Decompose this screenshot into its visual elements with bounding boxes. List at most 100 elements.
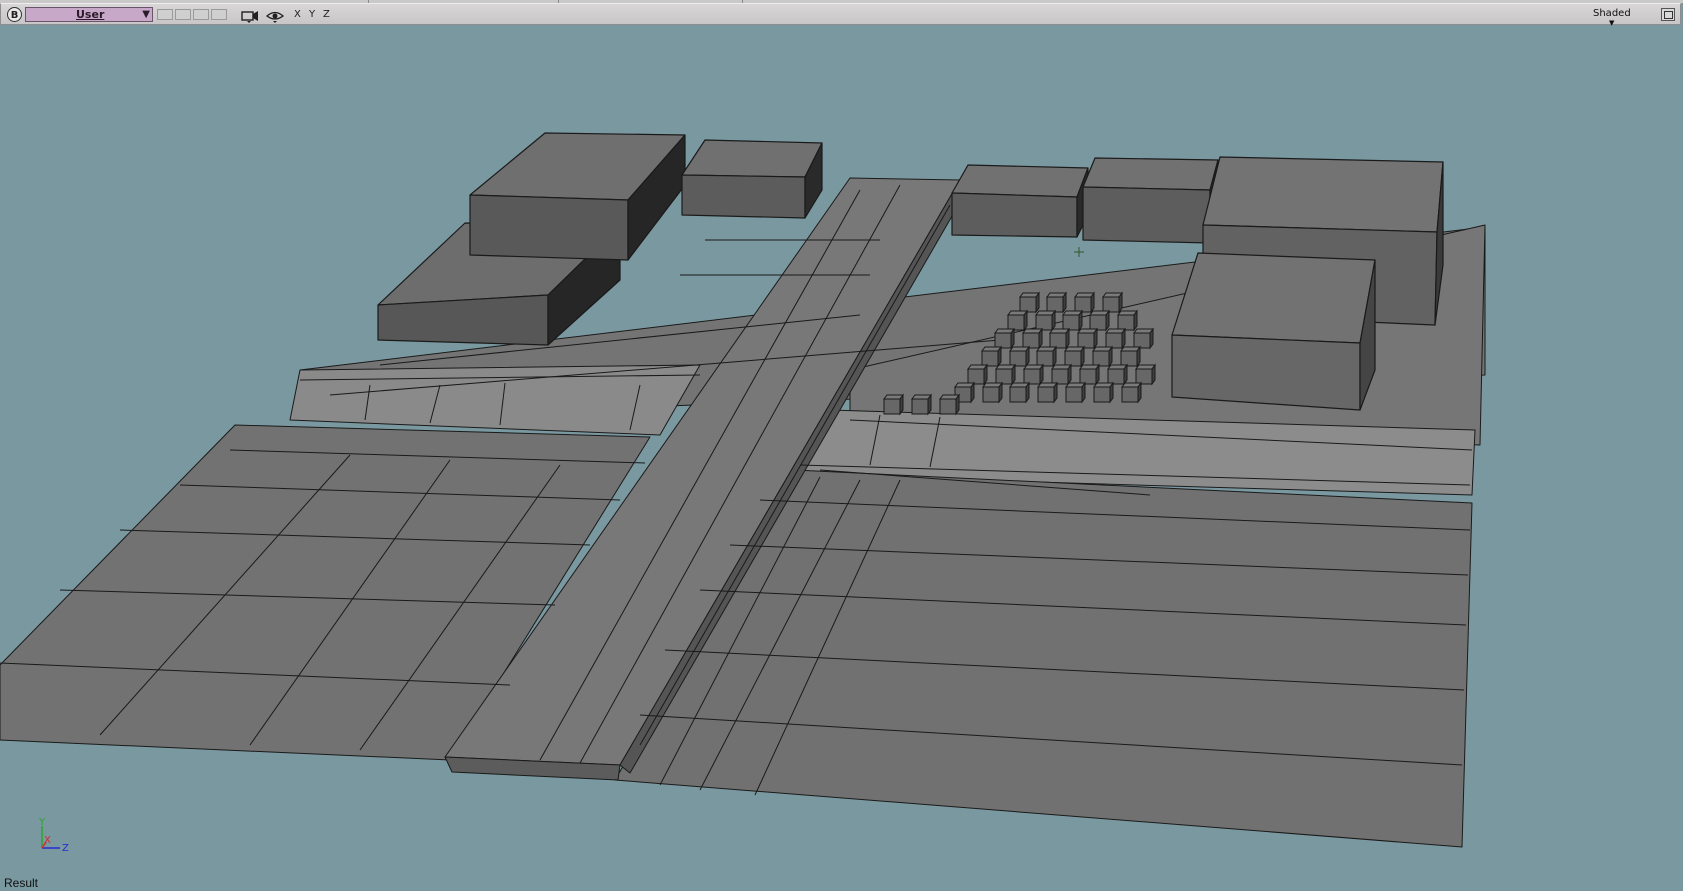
box-mesh [994,332,1012,349]
box-mesh [997,345,1002,368]
toolbar-slot[interactable] [211,9,227,20]
box-mesh [1105,332,1123,349]
building-mesh [1171,334,1361,411]
box-mesh [1078,309,1083,332]
box-mesh [1019,296,1037,313]
box-mesh [1136,345,1141,368]
box-mesh [1108,345,1113,368]
building-mesh [951,164,1089,198]
box-mesh [1035,314,1053,331]
box-mesh [1051,309,1056,332]
box-mesh [1052,345,1057,368]
box-mesh [981,350,999,367]
pivot-marker [1074,247,1084,257]
box-mesh [1121,386,1139,403]
viewport-menu-button[interactable]: B [7,7,22,22]
gizmo-y-label: Y [38,818,46,828]
box-mesh [1046,296,1064,313]
building-mesh [469,194,629,261]
box-mesh [1065,386,1083,403]
box-mesh [967,368,985,385]
box-mesh [1062,291,1067,314]
box-mesh [1149,327,1154,350]
box-mesh [1010,327,1015,350]
building-mesh [951,192,1078,238]
toolbar-slot[interactable] [193,9,209,20]
box-mesh [1064,350,1082,367]
box-mesh [1093,327,1098,350]
box-mesh [1081,381,1086,404]
box-mesh [1117,314,1135,331]
box-mesh [1039,363,1044,386]
box-mesh [1011,363,1016,386]
box-mesh [982,386,1000,403]
box-mesh [1025,381,1030,404]
camera-view-select[interactable]: User ▼ [25,7,153,22]
box-mesh [1079,368,1097,385]
box-mesh [1137,381,1142,404]
box-mesh [1022,332,1040,349]
box-mesh [1035,291,1040,314]
chevron-down-icon: ▼ [142,9,150,20]
box-mesh [1023,309,1028,332]
box-mesh [1121,327,1126,350]
maximize-icon[interactable] [1661,8,1675,21]
box-mesh [995,368,1013,385]
box-mesh [970,381,975,404]
building-mesh [1082,157,1219,191]
box-mesh [1080,345,1085,368]
gizmo-z-label: Z [62,843,69,854]
box-mesh [1062,314,1080,331]
box-mesh [927,393,932,416]
box-mesh [1074,296,1092,313]
camera-view-label: User [76,8,105,21]
box-mesh [1135,368,1153,385]
building-mesh [681,139,823,178]
box-mesh [1151,363,1156,386]
box-mesh [1053,381,1058,404]
box-mesh [1092,350,1110,367]
box-mesh [1009,350,1027,367]
box-mesh [1123,363,1128,386]
box-mesh [1036,350,1054,367]
box-mesh [1009,386,1027,403]
box-mesh [1093,386,1111,403]
box-mesh [1037,386,1055,403]
building-mesh [1171,252,1376,344]
box-mesh [911,398,929,415]
viewport-toolbar: B User ▼ X Y Z Shaded ▼ [0,3,1681,27]
box-mesh [1090,291,1095,314]
status-text: Result [4,876,39,890]
box-mesh [1105,309,1110,332]
box-mesh [1107,368,1125,385]
box-mesh [1051,368,1069,385]
box-mesh [1038,327,1043,350]
box-mesh [1109,381,1114,404]
box-mesh [1049,332,1067,349]
toolbar-slot[interactable] [175,9,191,20]
box-mesh [1023,368,1041,385]
box-mesh [1065,327,1070,350]
toolbar-slot[interactable] [157,9,173,20]
box-mesh [939,398,957,415]
axis-z-toggle[interactable]: Z [323,9,330,20]
box-mesh [955,393,960,416]
box-mesh [1025,345,1030,368]
box-mesh [1133,309,1138,332]
gizmo-x-label: X [44,835,51,846]
box-mesh [1089,314,1107,331]
box-mesh [1077,332,1095,349]
axis-x-toggle[interactable]: X [294,9,301,20]
box-mesh [1120,350,1138,367]
building-mesh [681,174,806,219]
box-mesh [1067,363,1072,386]
box-mesh [998,381,1003,404]
shading-mode-select[interactable]: Shaded [1593,8,1631,19]
camera-icon[interactable] [241,8,259,23]
building-mesh [1202,156,1444,233]
axis-y-toggle[interactable]: Y [309,9,315,20]
box-mesh [1118,291,1123,314]
box-mesh [1007,314,1025,331]
eye-icon[interactable] [265,8,285,23]
3d-viewport[interactable] [0,25,1683,875]
